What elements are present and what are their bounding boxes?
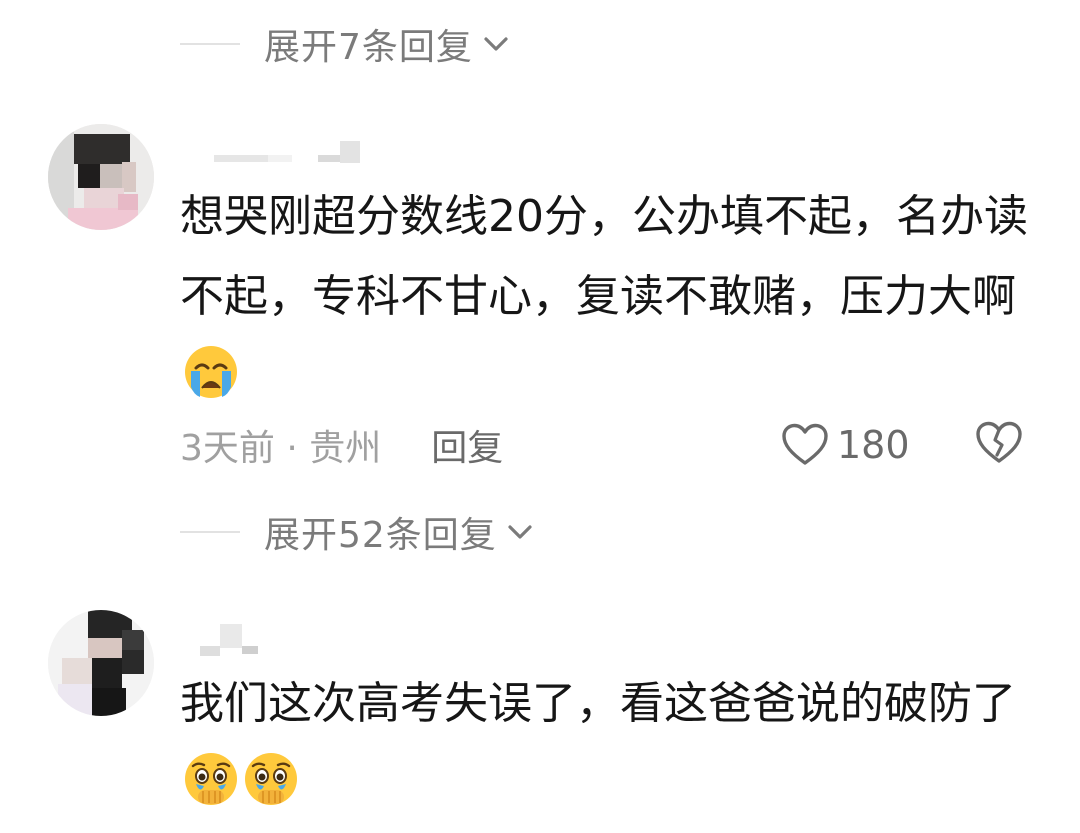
face-holding-back-tears-icon bbox=[245, 753, 297, 805]
expand-replies-top[interactable]: 展开7条回复 bbox=[180, 14, 513, 74]
face-holding-back-tears-icon bbox=[185, 753, 237, 805]
like-count: 180 bbox=[837, 423, 910, 467]
avatar[interactable] bbox=[48, 124, 154, 230]
avatar[interactable] bbox=[48, 610, 154, 716]
username-blurred[interactable] bbox=[200, 624, 270, 662]
comment-body: 想哭刚超分数线20分，公办填不起，名办读不起，专科不甘心，复读不敢赌，压力大啊 bbox=[180, 191, 1028, 322]
comment-text: 想哭刚超分数线20分，公办填不起，名办读不起，专科不甘心，复读不敢赌，压力大啊 bbox=[180, 177, 1050, 417]
heart-icon bbox=[782, 423, 828, 465]
comment-text: 我们这次高考失误了，看这爸爸说的破防了 bbox=[180, 664, 1050, 824]
loudly-crying-face-icon bbox=[185, 346, 237, 398]
expand-replies-comment[interactable]: 展开52条回复 bbox=[180, 502, 537, 562]
comment-body: 我们这次高考失误了，看这爸爸说的破防了 bbox=[180, 678, 1016, 729]
avatar-image bbox=[48, 610, 154, 716]
dislike-button[interactable] bbox=[975, 421, 1023, 469]
reply-button[interactable]: 回复 bbox=[431, 419, 503, 471]
avatar-image bbox=[48, 124, 154, 230]
expand-replies-label: 展开52条回复 bbox=[264, 515, 497, 556]
expand-replies-label: 展开7条回复 bbox=[264, 27, 473, 68]
like-button[interactable]: 180 bbox=[781, 423, 910, 467]
divider-line bbox=[180, 43, 240, 45]
username-mosaic bbox=[200, 624, 258, 656]
username-mosaic bbox=[214, 141, 360, 163]
comment-time-location: 3天前 · 贵州 bbox=[180, 428, 382, 469]
next-row-icons-partial bbox=[820, 826, 1040, 833]
comment-meta: 3天前 · 贵州 回复 180 bbox=[180, 417, 1040, 473]
divider-line bbox=[180, 531, 240, 533]
broken-heart-icon bbox=[976, 421, 1022, 463]
comment-thread: 展开7条回复 想哭刚超分数线20分，公办填不起，名办读不起，专科不甘心，复读不敢… bbox=[0, 0, 1080, 833]
chevron-down-icon bbox=[484, 37, 508, 51]
chevron-down-icon bbox=[508, 525, 532, 539]
username-blurred[interactable] bbox=[214, 139, 374, 173]
